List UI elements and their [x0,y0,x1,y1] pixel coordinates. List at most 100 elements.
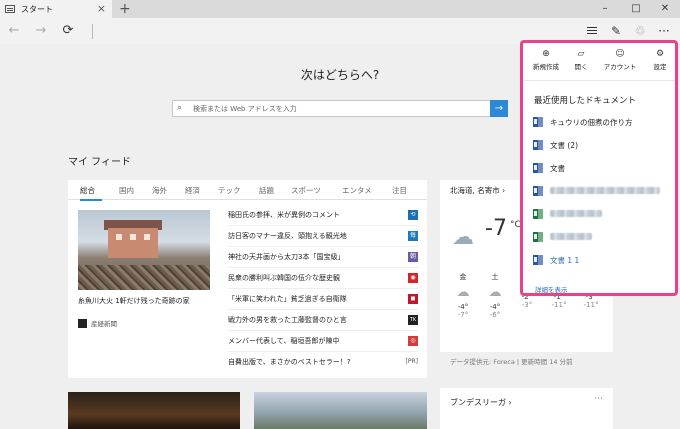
news-item[interactable]: 民衆の勝利叫ぶ韓国の伍介な歴史観 ◉ [228,269,418,289]
word-file-icon [533,255,543,265]
recent-document[interactable]: 文書 [533,161,671,175]
news-title[interactable]: 自費出版で、まさかのベストセラー！? [228,357,351,367]
publisher-icon: ⟲ [408,210,418,220]
forward-button[interactable]: → [30,18,52,44]
news-thumbnail[interactable] [68,392,240,429]
more-icon[interactable]: ··· [594,394,603,404]
publisher-icon: ◉ [408,273,418,283]
forecast-day: 金 ☁ -4° -7° [448,272,478,319]
card-title[interactable]: ブンデスリーガ › [450,397,512,408]
settings-button[interactable]: ⚙ 設定 [641,49,679,71]
word-file-icon [533,117,543,127]
tab-category[interactable]: 総合 [80,185,95,196]
document-name[interactable]: 文書 [550,163,565,174]
cloud-icon: ☁ [488,285,502,300]
news-item[interactable]: 訪日客のマナー違反、頭抱える観光地 毎 [228,227,418,247]
tab-category[interactable]: 注目 [392,185,407,196]
back-button[interactable]: ← [3,18,25,44]
news-item[interactable]: 稲田氏の参拝、米が異例のコメント ⟲ [228,206,418,226]
publisher-icon: TK [408,315,418,325]
publisher-icon: 毎 [408,231,418,241]
weather-location[interactable]: 北海道, 名寄市 › [450,185,505,196]
search-go-button[interactable]: → [490,100,508,117]
publisher-logo-icon [78,318,87,328]
tab-category[interactable]: 海外 [152,185,167,196]
minimize-button[interactable]: – [590,0,620,18]
document-name[interactable]: 文書 1 1 [550,255,579,266]
category-tabs: 総合 国内 海外 経済 テック 話題 スポーツ エンタメ 注目 [68,180,427,200]
active-tab-indicator [80,199,102,201]
news-item[interactable]: 神社の天井画から太刀3本「国宝級」 朝 [228,248,418,268]
recent-documents-title: 最近使用したドキュメント [534,96,637,106]
tab-category[interactable]: 経済 [185,185,200,196]
maximize-button[interactable]: □ [621,0,651,18]
bundesliga-card[interactable]: ブンデスリーガ › ··· [440,388,613,429]
news-title[interactable]: 戦力外の男を救った工藤監督のひと言 [228,315,347,325]
recent-document[interactable]: 文書 (2) [533,138,671,152]
pr-label: [PR] [405,358,418,365]
open-label: 開く [574,63,588,71]
weather-provider: データ提供元: Foreca | 更新時間 14 分前 [450,358,573,366]
settings-label: 設定 [653,63,667,71]
news-thumbnail[interactable] [254,392,427,429]
recent-document[interactable] [533,230,671,244]
news-title[interactable]: 神社の天井画から太刀3本「国宝級」 [228,252,344,262]
document-name[interactable]: 文書 (2) [550,140,578,151]
tab-category[interactable]: エンタメ [342,185,372,196]
person-icon: ☺ [615,49,625,59]
word-file-icon [533,140,543,150]
tab-category[interactable]: 国内 [119,185,134,196]
hub-icon[interactable] [587,27,597,34]
news-item[interactable]: 自費出版で、まさかのベストセラー！? [PR] [228,353,418,373]
news-title[interactable]: 「米軍に笑われた」貧乏過ぎる自衛隊 [228,294,347,304]
news-title[interactable]: 稲田氏の参拝、米が異例のコメント [228,210,340,220]
new-button[interactable]: ⊕ 新規作成 [527,49,565,71]
blurred-document-name[interactable] [550,187,660,194]
publisher-icon: 朝 [408,252,418,262]
tab-category[interactable]: 話題 [259,185,274,196]
office-panel: ⊕ 新規作成 ▱ 開く ☺ アカウント ⚙ 設定 最近使用したドキュメント キュ… [520,40,678,296]
news-title[interactable]: 民衆の勝利叫ぶ韓国の伍介な歴史観 [228,273,340,283]
open-button[interactable]: ▱ 開く [562,49,600,71]
news-item[interactable]: 戦力外の男を救った工藤監督のひと言 TK [228,311,418,331]
recent-document[interactable] [533,184,671,198]
account-label: アカウント [603,63,637,71]
tab-category[interactable]: スポーツ [291,185,321,196]
hero-caption[interactable]: 糸魚川大火 1軒だけ残った奇跡の家 [78,296,190,306]
close-window-button[interactable]: ✕ [650,0,680,18]
cloud-icon: ☁ [456,285,470,300]
current-temp: -7 [485,216,507,241]
excel-file-icon [533,232,543,242]
toolbar-separator [92,24,93,39]
publisher-icon: ◎ [408,336,418,346]
show-more-link[interactable]: 詳細を表示 [535,284,568,294]
news-item[interactable]: メンバー代表して、稲垣吾郎が陳中 ◎ [228,332,418,352]
hero-source: 産経新聞 [78,318,117,328]
search-box[interactable]: ⌕ 検索または Web アドレスを入力 → [172,100,508,117]
hero-image[interactable] [78,210,210,290]
gear-icon: ⚙ [655,49,665,59]
panel-toolbar: ⊕ 新規作成 ▱ 開く ☺ アカウント ⚙ 設定 [523,43,675,81]
news-title[interactable]: メンバー代表して、稲垣吾郎が陳中 [228,336,339,346]
blurred-document-name[interactable] [550,210,602,217]
hero-source-label: 産経新聞 [91,320,117,328]
refresh-button[interactable]: ⟳ [57,18,79,44]
tab-close-icon[interactable]: × [97,2,106,15]
recent-document[interactable] [533,207,671,221]
forecast-day: 土 ☁ -4° -6° [480,272,510,319]
news-item[interactable]: 「米軍に笑われた」貧乏過ぎる自衛隊 ◼ [228,290,418,310]
new-tab-button[interactable]: + [119,0,131,18]
tab-category[interactable]: テック [218,185,241,196]
recent-document[interactable]: キュウリの佃煮の作り方 [533,115,671,129]
folder-icon: ▱ [577,49,585,59]
blurred-document-name[interactable] [550,233,592,240]
weather-location-label: 北海道, 名寄市 [450,186,500,195]
recent-document[interactable]: 文書 1 1 [533,253,671,267]
news-title[interactable]: 訪日客のマナー違反、頭抱える観光地 [228,231,347,241]
my-feed-title: マイ フィード [68,157,131,168]
document-name[interactable]: キュウリの佃煮の作り方 [550,117,633,128]
news-feed-card: 総合 国内 海外 経済 テック 話題 スポーツ エンタメ 注目 糸魚川大火 1軒… [68,180,427,378]
tab-start[interactable]: スタート × [0,0,112,18]
search-input[interactable]: 検索または Web アドレスを入力 [193,104,297,114]
account-button[interactable]: ☺ アカウント [601,49,639,71]
